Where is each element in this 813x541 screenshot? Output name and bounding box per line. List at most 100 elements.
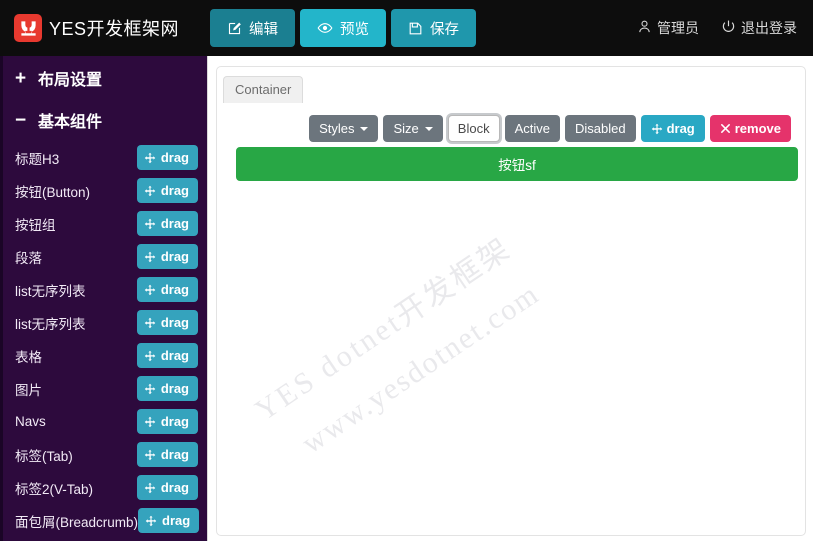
power-icon <box>721 19 736 37</box>
sidebar-item-label: 表格 <box>15 349 42 365</box>
yes-logo-icon <box>14 14 42 42</box>
drag-handle-paragraph[interactable]: drag <box>136 244 198 269</box>
disabled-toggle-label: Disabled <box>574 121 626 136</box>
block-toggle[interactable]: Block <box>447 115 500 142</box>
logout-link[interactable]: 退出登录 <box>721 18 797 38</box>
nav-action-group: 编辑 预览 保存 <box>210 9 476 47</box>
sidebar-section-basic-components[interactable]: − 基本组件 <box>3 99 207 141</box>
arrows-move-icon <box>144 185 156 197</box>
user-menu[interactable]: 管理员 <box>637 18 699 38</box>
drag-handle-tab[interactable]: drag <box>136 442 198 467</box>
drag-handle-image[interactable]: drag <box>136 376 198 401</box>
drag-handle-unordered-list-2[interactable]: drag <box>136 310 198 335</box>
active-toggle-label: Active <box>514 121 550 136</box>
sidebar-item-vtab[interactable]: 标签2(V-Tab) drag <box>3 471 207 504</box>
drag-label: drag <box>160 150 189 165</box>
styles-dropdown[interactable]: Styles <box>309 115 379 142</box>
arrows-move-icon <box>144 482 156 494</box>
edit-button[interactable]: 编辑 <box>210 9 295 47</box>
top-navbar: YES开发框架网 编辑 预览 保存 管理员 退出登录 <box>0 0 813 56</box>
drag-handle-breadcrumb[interactable]: drag <box>138 508 200 533</box>
logout-label: 退出登录 <box>741 20 797 36</box>
user-label: 管理员 <box>657 20 699 36</box>
save-button[interactable]: 保存 <box>391 9 476 47</box>
drag-handle-button[interactable]: drag <box>136 178 198 203</box>
remove-component-label: remove <box>734 121 781 136</box>
chevron-down-icon <box>424 126 433 131</box>
sidebar-item-label: 按钮组 <box>15 217 56 233</box>
minus-icon: − <box>15 109 27 131</box>
arrows-move-icon <box>144 218 156 230</box>
arrows-move-icon <box>144 317 156 329</box>
sidebar-item-label: list无序列表 <box>15 283 86 299</box>
arrows-move-icon <box>144 449 156 461</box>
preview-button[interactable]: 预览 <box>300 9 386 47</box>
drag-component-button[interactable]: drag <box>640 115 705 142</box>
drag-handle-unordered-list-1[interactable]: drag <box>136 277 198 302</box>
sidebar-item-label: 段落 <box>15 250 42 266</box>
eye-icon <box>317 20 333 36</box>
sidebar-item-label: 标签(Tab) <box>15 448 73 464</box>
drag-label: drag <box>160 282 189 297</box>
arrows-move-icon <box>144 152 156 164</box>
selected-component-button[interactable]: 按钮sf <box>236 147 798 181</box>
preview-button-label: 预览 <box>340 21 369 38</box>
nav-right-group: 管理员 退出登录 <box>637 18 797 38</box>
sidebar-item-unordered-list-2[interactable]: list无序列表 drag <box>3 306 207 339</box>
sidebar: + 布局设置 − 基本组件 标题H3 drag 按钮(Button) drag … <box>0 56 207 541</box>
drag-label: drag <box>162 513 191 528</box>
sidebar-item-label: 图片 <box>15 382 42 398</box>
drag-label: drag <box>160 414 189 429</box>
drag-label: drag <box>160 348 189 363</box>
arrows-move-icon <box>144 416 156 428</box>
main-content: YES dotnet开发框架 www.yesdotnet.com Contain… <box>207 56 813 541</box>
sidebar-item-breadcrumb[interactable]: 面包屑(Breadcrumb) drag <box>3 504 207 537</box>
sidebar-item-paragraph[interactable]: 段落 drag <box>3 240 207 273</box>
sidebar-item-label: list无序列表 <box>15 316 86 332</box>
sidebar-item-unordered-list-1[interactable]: list无序列表 drag <box>3 273 207 306</box>
sidebar-item-label: 面包屑(Breadcrumb) <box>15 514 139 530</box>
sidebar-item-navs[interactable]: Navs drag <box>3 405 207 438</box>
sidebar-item-label: 标题H3 <box>15 151 60 167</box>
drag-handle-button-group[interactable]: drag <box>136 211 198 236</box>
arrows-move-icon <box>144 350 156 362</box>
sidebar-item-table[interactable]: 表格 drag <box>3 339 207 372</box>
size-dropdown[interactable]: Size <box>383 115 443 142</box>
close-x-icon <box>720 123 731 134</box>
watermark-line-2: www.yesdotnet.com <box>295 276 546 461</box>
design-canvas[interactable]: YES dotnet开发框架 www.yesdotnet.com Contain… <box>216 66 806 536</box>
sidebar-item-heading-h3[interactable]: 标题H3 drag <box>3 141 207 174</box>
drag-label: drag <box>160 480 189 495</box>
drag-label: drag <box>160 216 189 231</box>
drag-handle-table[interactable]: drag <box>136 343 198 368</box>
sidebar-item-label: Navs <box>15 414 46 429</box>
drag-label: drag <box>160 249 189 264</box>
container-tab[interactable]: Container <box>223 76 304 103</box>
chevron-down-icon <box>360 126 369 131</box>
drag-label: drag <box>160 183 189 198</box>
active-toggle[interactable]: Active <box>504 115 560 142</box>
sidebar-item-button-group[interactable]: 按钮组 drag <box>3 207 207 240</box>
brand[interactable]: YES开发框架网 <box>14 14 204 42</box>
edit-button-label: 编辑 <box>249 21 278 38</box>
brand-name: YES开发框架网 <box>49 19 180 39</box>
sidebar-item-label: 标签2(V-Tab) <box>15 481 94 497</box>
drag-component-label: drag <box>666 121 695 136</box>
sidebar-item-tab[interactable]: 标签(Tab) drag <box>3 438 207 471</box>
drag-label: drag <box>160 381 189 396</box>
save-button-label: 保存 <box>430 21 459 38</box>
drag-label: drag <box>160 315 189 330</box>
drag-handle-vtab[interactable]: drag <box>136 475 198 500</box>
arrows-move-icon <box>144 284 156 296</box>
drag-handle-navs[interactable]: drag <box>136 409 198 434</box>
drag-handle-heading-h3[interactable]: drag <box>136 145 198 170</box>
block-toggle-label: Block <box>457 121 490 136</box>
sidebar-section-layout-settings[interactable]: + 布局设置 <box>3 56 207 99</box>
remove-component-button[interactable]: remove <box>709 115 791 142</box>
disabled-toggle[interactable]: Disabled <box>564 115 636 142</box>
selected-component-label: 按钮sf <box>498 158 536 173</box>
styles-dropdown-label: Styles <box>319 121 355 136</box>
sidebar-item-button[interactable]: 按钮(Button) drag <box>3 174 207 207</box>
sidebar-item-image[interactable]: 图片 drag <box>3 372 207 405</box>
sidebar-section-layout-settings-label: 布局设置 <box>38 72 103 89</box>
